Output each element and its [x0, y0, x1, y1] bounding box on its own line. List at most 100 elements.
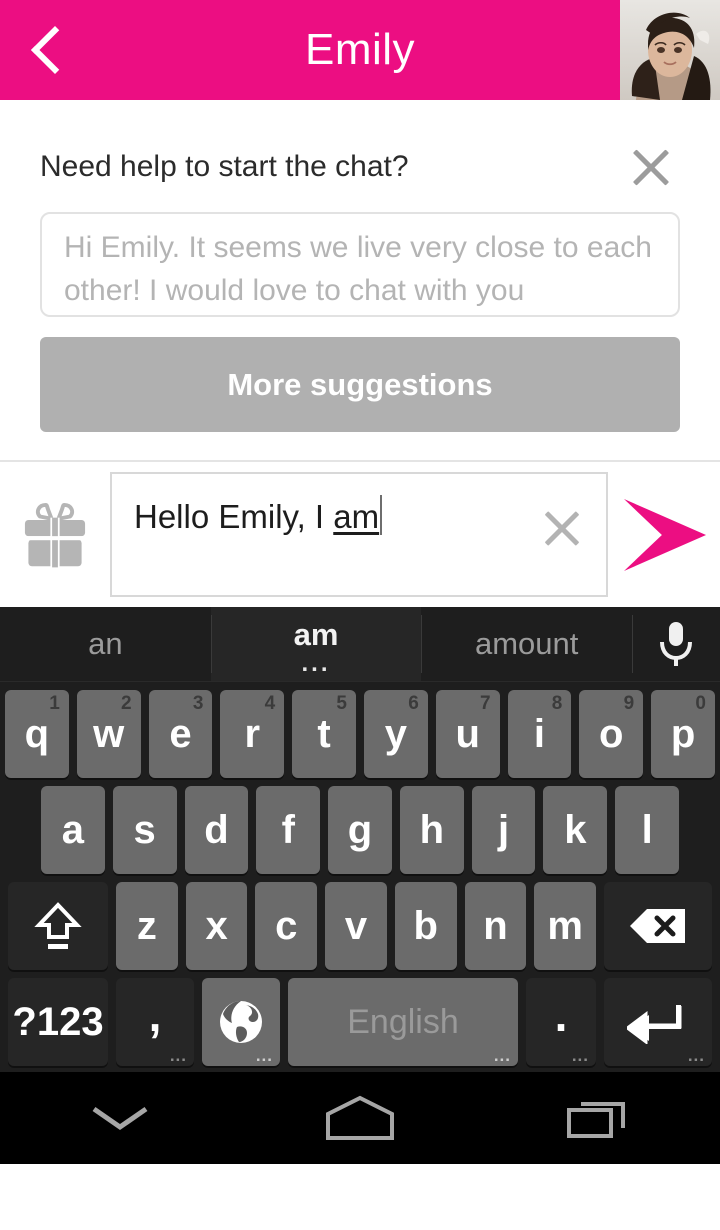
key-m[interactable]: m — [534, 882, 597, 970]
keyboard-row-2: a s d f g h j k l — [0, 786, 720, 874]
key-h-label: h — [419, 807, 445, 852]
key-z[interactable]: z — [116, 882, 178, 970]
suggestion-chip-3-label: amount — [474, 626, 579, 661]
back-button[interactable] — [0, 0, 100, 100]
more-suggestions-button[interactable]: More suggestions — [40, 337, 680, 432]
symbols-key[interactable]: ?123 — [8, 978, 108, 1066]
comma-key-label: , — [148, 989, 162, 1041]
key-t-label: t — [317, 711, 331, 756]
period-key-label: . — [554, 989, 568, 1041]
message-input-field[interactable]: Hello Emily, I am — [110, 472, 608, 597]
key-d[interactable]: d — [184, 786, 249, 874]
key-d-label: d — [204, 807, 229, 852]
chat-screen: Emily Need help to start the chat? Hi Em… — [0, 0, 720, 1230]
key-o[interactable]: 9o — [579, 690, 644, 778]
keyboard-row-4: ?123 , ... ... English ... . ... ... — [0, 978, 720, 1066]
enter-key[interactable]: ... — [604, 978, 712, 1066]
suggestion-chip-1[interactable]: an — [0, 607, 211, 681]
backspace-key[interactable] — [604, 882, 713, 970]
key-l-label: l — [641, 807, 653, 852]
key-p[interactable]: 0p — [651, 690, 715, 778]
send-icon — [624, 498, 706, 571]
suggestion-chip-2[interactable]: am ... — [210, 607, 422, 681]
key-s[interactable]: s — [112, 786, 177, 874]
text-caret — [380, 495, 383, 535]
key-g-label: g — [347, 807, 373, 852]
keyboard-suggestion-strip: an am ... amount — [0, 607, 720, 682]
globe-icon — [220, 1001, 262, 1043]
key-t-number: 5 — [336, 693, 347, 714]
key-i-label: i — [533, 711, 546, 756]
enter-icon — [627, 1005, 682, 1044]
key-v[interactable]: v — [325, 882, 387, 970]
key-o-number: 9 — [623, 693, 635, 714]
suggestion-chip-3[interactable]: amount — [421, 607, 632, 681]
language-key-hint: ... — [255, 1046, 273, 1065]
key-t[interactable]: 5t — [292, 690, 356, 778]
key-m-label: m — [547, 903, 583, 948]
key-q[interactable]: 1q — [5, 690, 69, 778]
space-key-label: English — [347, 1002, 459, 1041]
key-q-label: q — [24, 711, 50, 756]
key-w-number: 2 — [121, 693, 132, 714]
key-o-label: o — [599, 711, 624, 756]
key-l[interactable]: l — [615, 786, 680, 874]
key-i[interactable]: 8i — [507, 690, 572, 778]
page-title: Emily — [304, 25, 416, 74]
key-u[interactable]: 7u — [435, 690, 500, 778]
key-a[interactable]: a — [41, 786, 105, 874]
key-b[interactable]: b — [394, 882, 457, 970]
message-input-row: Hello Emily, I am — [0, 462, 720, 607]
app-header: Emily — [0, 0, 720, 100]
home-button[interactable] — [285, 1072, 435, 1164]
profile-photo-image — [620, 0, 720, 100]
key-e-number: 3 — [192, 693, 204, 714]
key-n-label: n — [483, 903, 508, 948]
hide-keyboard-button[interactable] — [45, 1072, 195, 1164]
key-c[interactable]: c — [255, 882, 318, 970]
key-p-number: 0 — [695, 693, 706, 714]
chat-help-title: Need help to start the chat? — [40, 150, 409, 183]
period-key[interactable]: . ... — [526, 978, 596, 1066]
comma-key[interactable]: , ... — [116, 978, 194, 1066]
key-q-number: 1 — [49, 693, 60, 714]
key-f[interactable]: f — [256, 786, 321, 874]
key-r[interactable]: 4r — [220, 690, 285, 778]
key-h[interactable]: h — [399, 786, 464, 874]
close-icon[interactable] — [620, 136, 682, 198]
gift-button[interactable] — [0, 462, 110, 607]
avatar[interactable] — [620, 0, 720, 100]
key-y-number: 6 — [408, 693, 419, 714]
key-x[interactable]: x — [185, 882, 248, 970]
key-w[interactable]: 2w — [76, 690, 141, 778]
key-u-label: u — [455, 711, 480, 756]
shift-icon — [34, 902, 82, 949]
message-input-value: Hello Emily, I am — [134, 494, 383, 540]
gift-icon — [24, 502, 86, 567]
suggestion-more-dots: ... — [301, 650, 331, 677]
send-button[interactable] — [608, 462, 720, 607]
key-n[interactable]: n — [464, 882, 527, 970]
keyboard-row-3: z x c v b n m — [0, 882, 720, 970]
key-y[interactable]: 6y — [363, 690, 428, 778]
recents-icon — [567, 1102, 625, 1138]
keyboard-hide-chevron-icon — [92, 1106, 148, 1131]
shift-key[interactable] — [8, 882, 108, 970]
microphone-icon — [660, 622, 693, 666]
recents-button[interactable] — [525, 1072, 675, 1164]
key-c-label: c — [275, 903, 298, 948]
space-key[interactable]: English ... — [288, 978, 518, 1066]
key-x-label: x — [205, 903, 228, 948]
key-b-label: b — [413, 903, 438, 948]
chat-help-header: Need help to start the chat? — [0, 100, 720, 204]
suggestion-message-box[interactable]: Hi Emily. It seems we live very close to… — [40, 212, 680, 317]
language-key[interactable]: ... — [202, 978, 280, 1066]
clear-input-icon[interactable] — [536, 502, 588, 554]
key-g[interactable]: g — [328, 786, 392, 874]
key-e[interactable]: 3e — [148, 690, 213, 778]
key-p-label: p — [670, 711, 696, 756]
voice-input-button[interactable] — [632, 607, 720, 681]
composing-text: am — [333, 498, 380, 535]
key-k[interactable]: k — [543, 786, 608, 874]
key-j[interactable]: j — [471, 786, 536, 874]
